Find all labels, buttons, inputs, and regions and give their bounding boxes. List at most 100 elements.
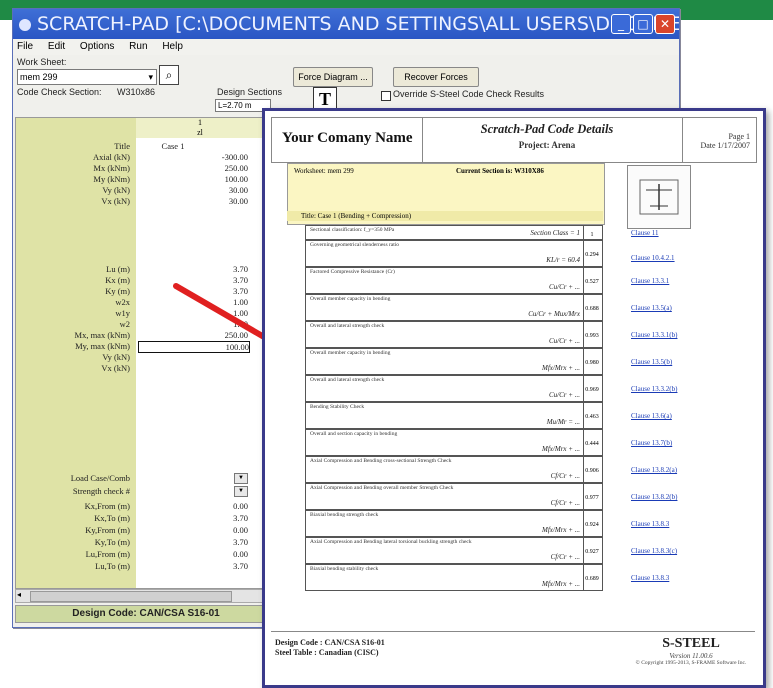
grid-row[interactable]: My (kNm) 100.00 — [16, 174, 264, 184]
steel-table: Steel Table : Canadian (CISC) — [275, 648, 379, 657]
grid-row[interactable]: Kx,To (m) 3.70 — [16, 513, 264, 523]
maximize-button[interactable]: □ — [633, 14, 653, 34]
clause-link[interactable]: Clause 13.8.2(a) — [631, 466, 677, 474]
formula-result: 0.927 — [583, 538, 600, 563]
grid-row-label: Ky,From (m) — [85, 525, 130, 535]
grid-row-value: -300.00 — [221, 152, 248, 162]
formula-equation: Mfx/Mrx + ... — [542, 445, 580, 453]
clause-link[interactable]: Clause 13.5(b) — [631, 358, 672, 366]
window-title: SCRATCH-PAD [C:\DOCUMENTS AND SETTINGS\A… — [37, 13, 679, 35]
formula-result: 0.980 — [583, 349, 600, 374]
formula-equation: Mfx/Mrx + ... — [542, 364, 580, 372]
clause-link[interactable]: Clause 11 — [631, 229, 659, 237]
formula-equation: Cu/Cr + ... — [549, 337, 580, 345]
app-icon — [19, 18, 31, 31]
chevron-left-icon[interactable]: ◂ — [17, 590, 21, 599]
grid-row[interactable]: Lu,From (m) 0.00 — [16, 549, 264, 559]
scrollbar-thumb[interactable] — [30, 591, 232, 602]
code-details-report: Your Comany Name Scratch-Pad Code Detail… — [262, 108, 766, 688]
formula-equation: Cu/Cr + ... — [549, 283, 580, 291]
clause-link[interactable]: Clause 13.7(b) — [631, 439, 672, 447]
grid-row-label: Load Case/Comb — [70, 473, 130, 483]
close-button[interactable]: ✕ — [655, 14, 675, 34]
menu-run[interactable]: Run — [129, 41, 147, 52]
menu-file[interactable]: File — [17, 41, 33, 52]
formula-equation: Mu/Mr = ... — [546, 418, 580, 426]
formula-desc: Overall and section capacity in bending — [310, 431, 398, 437]
formula-row: Axial Compression and Bending overall me… — [305, 483, 603, 510]
minimize-button[interactable]: _ — [611, 14, 631, 34]
clause-link[interactable]: Clause 13.8.3 — [631, 520, 669, 528]
grid-row-label: Ky (m) — [105, 286, 130, 296]
grid-row[interactable]: Ky,To (m) 3.70 — [16, 537, 264, 547]
formula-equation: Cu/Cr + ... — [549, 391, 580, 399]
grid-row[interactable]: Kx,From (m) 0.00 — [16, 501, 264, 511]
formula-desc: Axial Compression and Bending cross-sect… — [310, 458, 452, 464]
grid-row[interactable]: Strength check # ▼ — [16, 486, 264, 497]
grid-row[interactable]: Mx (kNm) 250.00 — [16, 163, 264, 173]
grid-row[interactable]: Lu (m) 3.70 — [16, 264, 264, 274]
grid-row-value: 3.70 — [233, 264, 248, 274]
clause-link[interactable]: Clause 13.3.2(b) — [631, 385, 677, 393]
grid-row[interactable]: Title Case 1 — [16, 141, 264, 151]
menu-options[interactable]: Options — [80, 41, 114, 52]
case-title: Title: Case 1 (Bending + Compression) — [287, 211, 603, 221]
clause-link[interactable]: Clause 13.5(a) — [631, 304, 672, 312]
formula-desc: Overall and lateral strength check — [310, 323, 385, 329]
formula-equation: Cf/Cr + ... — [550, 499, 580, 507]
override-checkbox[interactable] — [381, 91, 391, 101]
worksheet-select[interactable]: mem 299 ▾ — [17, 69, 157, 85]
recover-forces-button[interactable]: Recover Forces — [393, 67, 479, 87]
formula-result: 0.527 — [583, 268, 600, 293]
worksheet-label: Work Sheet: — [17, 57, 67, 67]
grid-row-label: Mx, max (kNm) — [74, 330, 130, 340]
clause-link[interactable]: Clause 13.8.2(b) — [631, 493, 677, 501]
search-icon[interactable]: ⌕ — [159, 65, 179, 85]
clause-link[interactable]: Clause 13.6(a) — [631, 412, 672, 420]
clause-link[interactable]: Clause 13.3.1(b) — [631, 331, 677, 339]
formula-equation: KL/r = 60.4 — [546, 256, 580, 264]
clause-link[interactable]: Clause 13.8.3 — [631, 574, 669, 582]
formula-result: 0.906 — [583, 457, 600, 482]
grid-row[interactable]: Vy (kN) 30.00 — [16, 185, 264, 195]
formula-row: Biaxial bending strength check Mfx/Mrx + … — [305, 510, 603, 537]
grid-row[interactable]: Load Case/Comb ▼ — [16, 473, 264, 484]
worksheet-value: mem 299 — [20, 72, 58, 82]
grid-row[interactable]: Axial (kN) -300.00 — [16, 152, 264, 162]
grid-row-label: Vx (kN) — [101, 363, 130, 373]
grid-row[interactable]: Lu,To (m) 3.70 — [16, 561, 264, 571]
clause-link[interactable]: Clause 10.4.2.1 — [631, 254, 675, 262]
formula-row: Overall and lateral strength check Cu/Cr … — [305, 375, 603, 402]
menu-bar: File Edit Options Run Help — [13, 39, 679, 55]
page-info: Page 1 Date 1/17/2007 — [700, 132, 750, 150]
brand-block: S-STEEL Version 11.00.6 © Copyright 1995… — [631, 636, 751, 666]
formula-result: 1 — [583, 226, 600, 239]
formula-row: Axial Compression and Bending lateral to… — [305, 537, 603, 564]
clause-link[interactable]: Clause 13.3.1 — [631, 277, 669, 285]
grid-row[interactable]: Ky,From (m) 0.00 — [16, 525, 264, 535]
horizontal-scrollbar[interactable]: ◂ — [15, 589, 279, 603]
chevron-down-icon: ▾ — [148, 72, 153, 82]
window-titlebar[interactable]: SCRATCH-PAD [C:\DOCUMENTS AND SETTINGS\A… — [13, 9, 679, 39]
grid-row-label: Ky,To (m) — [94, 537, 130, 547]
grid-row[interactable]: Vx (kN) 30.00 — [16, 196, 264, 206]
grid-row-label: w2 — [119, 319, 130, 329]
menu-help[interactable]: Help — [162, 41, 183, 52]
formula-desc: Bending Stability Check — [310, 404, 365, 410]
brand-version: Version 11.00.6 — [669, 652, 713, 660]
formula-desc: Overall member capacity in bending — [310, 296, 391, 302]
formula-row: Overall member capacity in bending Cu/Cr … — [305, 294, 603, 321]
formula-result: 0.993 — [583, 322, 600, 347]
clause-link[interactable]: Clause 13.8.3(c) — [631, 547, 677, 555]
formula-desc: Overall and lateral strength check — [310, 377, 385, 383]
chevron-down-icon[interactable]: ▼ — [234, 473, 248, 484]
grid-row-label: My, max (kNm) — [75, 341, 130, 351]
chevron-down-icon[interactable]: ▼ — [234, 486, 248, 497]
grid-row-value: 0.00 — [233, 501, 248, 511]
grid-row-label: w2x — [115, 297, 130, 307]
formula-result: 0.924 — [583, 511, 600, 536]
menu-edit[interactable]: Edit — [48, 41, 65, 52]
force-diagram-button[interactable]: Force Diagram ... — [293, 67, 373, 87]
section-diagram-icon — [627, 165, 691, 229]
design-sections-label: Design Sections — [217, 87, 283, 97]
